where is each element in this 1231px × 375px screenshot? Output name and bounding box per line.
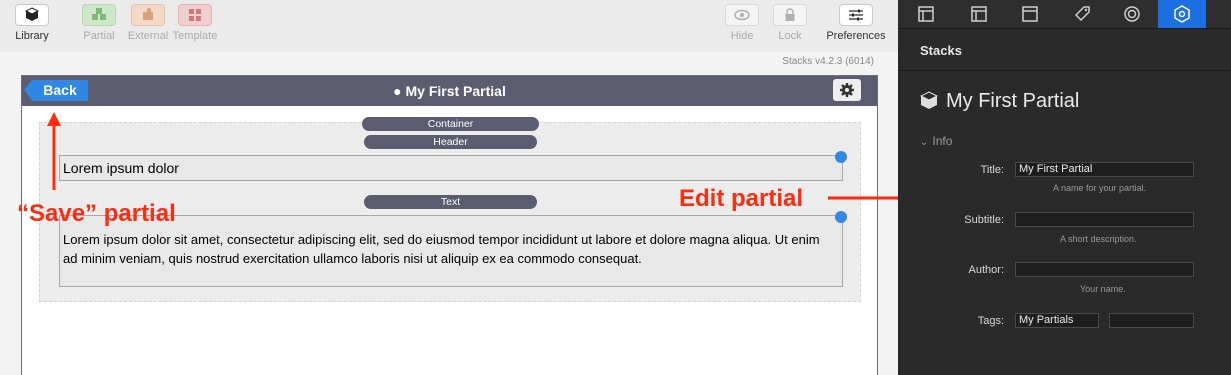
body-text[interactable]: Lorem ipsum dolor sit amet, consectetur … [63,230,823,268]
back-button[interactable]: Back [24,80,88,101]
title-field[interactable]: My First Partial [1015,162,1194,177]
stack-title: My First Partial [946,90,1080,112]
header-text[interactable]: Lorem ipsum dolor [63,160,179,176]
panel-title: Stacks [920,43,962,58]
gear-icon [840,83,854,97]
info-section-toggle[interactable]: ⌄ Info [920,134,952,148]
library-button[interactable]: Library [14,4,50,42]
text-label[interactable]: Text [364,195,537,209]
chevron-down-icon: ⌄ [920,137,929,148]
grid-icon [178,4,212,26]
inspector-tabs [898,0,1231,29]
stacks-icon [1174,5,1190,23]
header-label[interactable]: Header [364,135,537,149]
tags-field-2[interactable] [1109,313,1194,328]
edit-annotation: Edit partial [679,185,804,212]
author-label: Author: [968,264,1004,276]
preferences-button[interactable]: Preferences [824,4,888,42]
subtitle-field[interactable] [1015,212,1194,227]
puzzle-icon [131,4,165,26]
author-hint: Your name. [1080,284,1126,294]
circle-icon [1124,6,1140,22]
tab-tag[interactable] [1058,0,1106,28]
lock-button[interactable]: Lock [773,4,807,42]
tags-field[interactable]: My Partials [1015,313,1099,328]
cube-icon [919,91,939,109]
tab-stacks[interactable] [1158,0,1206,28]
text-stack[interactable]: Lorem ipsum dolor sit amet, consectetur … [59,215,843,287]
toolbar: Library Partial External Template Hide L… [0,0,898,52]
sliders-icon [839,4,873,26]
author-field[interactable] [1015,262,1194,277]
header-stack[interactable]: Lorem ipsum dolor [59,155,843,181]
subtitle-hint: A short description. [1060,234,1137,244]
lock-icon [773,4,807,26]
container-label[interactable]: Container [362,117,539,131]
unsaved-dot-icon: ● [393,83,406,99]
divider [898,70,1231,71]
template-button[interactable]: Template [172,4,218,42]
cube-icon [15,4,49,26]
partial-title: ● My First Partial [393,83,506,99]
tab-page[interactable] [902,0,950,28]
layout-icon [1022,6,1038,22]
version-label: Stacks v4.2.3 (6014) [782,56,874,67]
tab-site[interactable] [955,0,1003,28]
save-annotation: “Save” partial [17,200,176,227]
tags-label: Tags: [977,315,1004,327]
tag-icon [1074,6,1090,22]
up-arrow-icon [47,112,61,190]
eye-icon [725,4,759,26]
tab-theme[interactable] [1006,0,1054,28]
layout-icon [971,6,987,22]
title-hint: A name for your partial. [1053,183,1147,193]
subtitle-label: Subtitle: [964,214,1004,226]
editor-header: ● My First Partial Back [22,76,877,106]
cubes-icon [82,4,116,26]
partial-button[interactable]: Partial [80,4,118,42]
pin-icon[interactable] [835,211,847,223]
title-label: Title: [980,164,1004,176]
settings-button[interactable] [833,79,861,101]
layout-icon [918,6,934,22]
external-button[interactable]: External [125,4,171,42]
tab-rss[interactable] [1108,0,1156,28]
pin-icon[interactable] [835,151,847,163]
inspector-panel: Stacks My First Partial ⌄ Info Title: My … [898,0,1231,375]
hide-button[interactable]: Hide [725,4,759,42]
